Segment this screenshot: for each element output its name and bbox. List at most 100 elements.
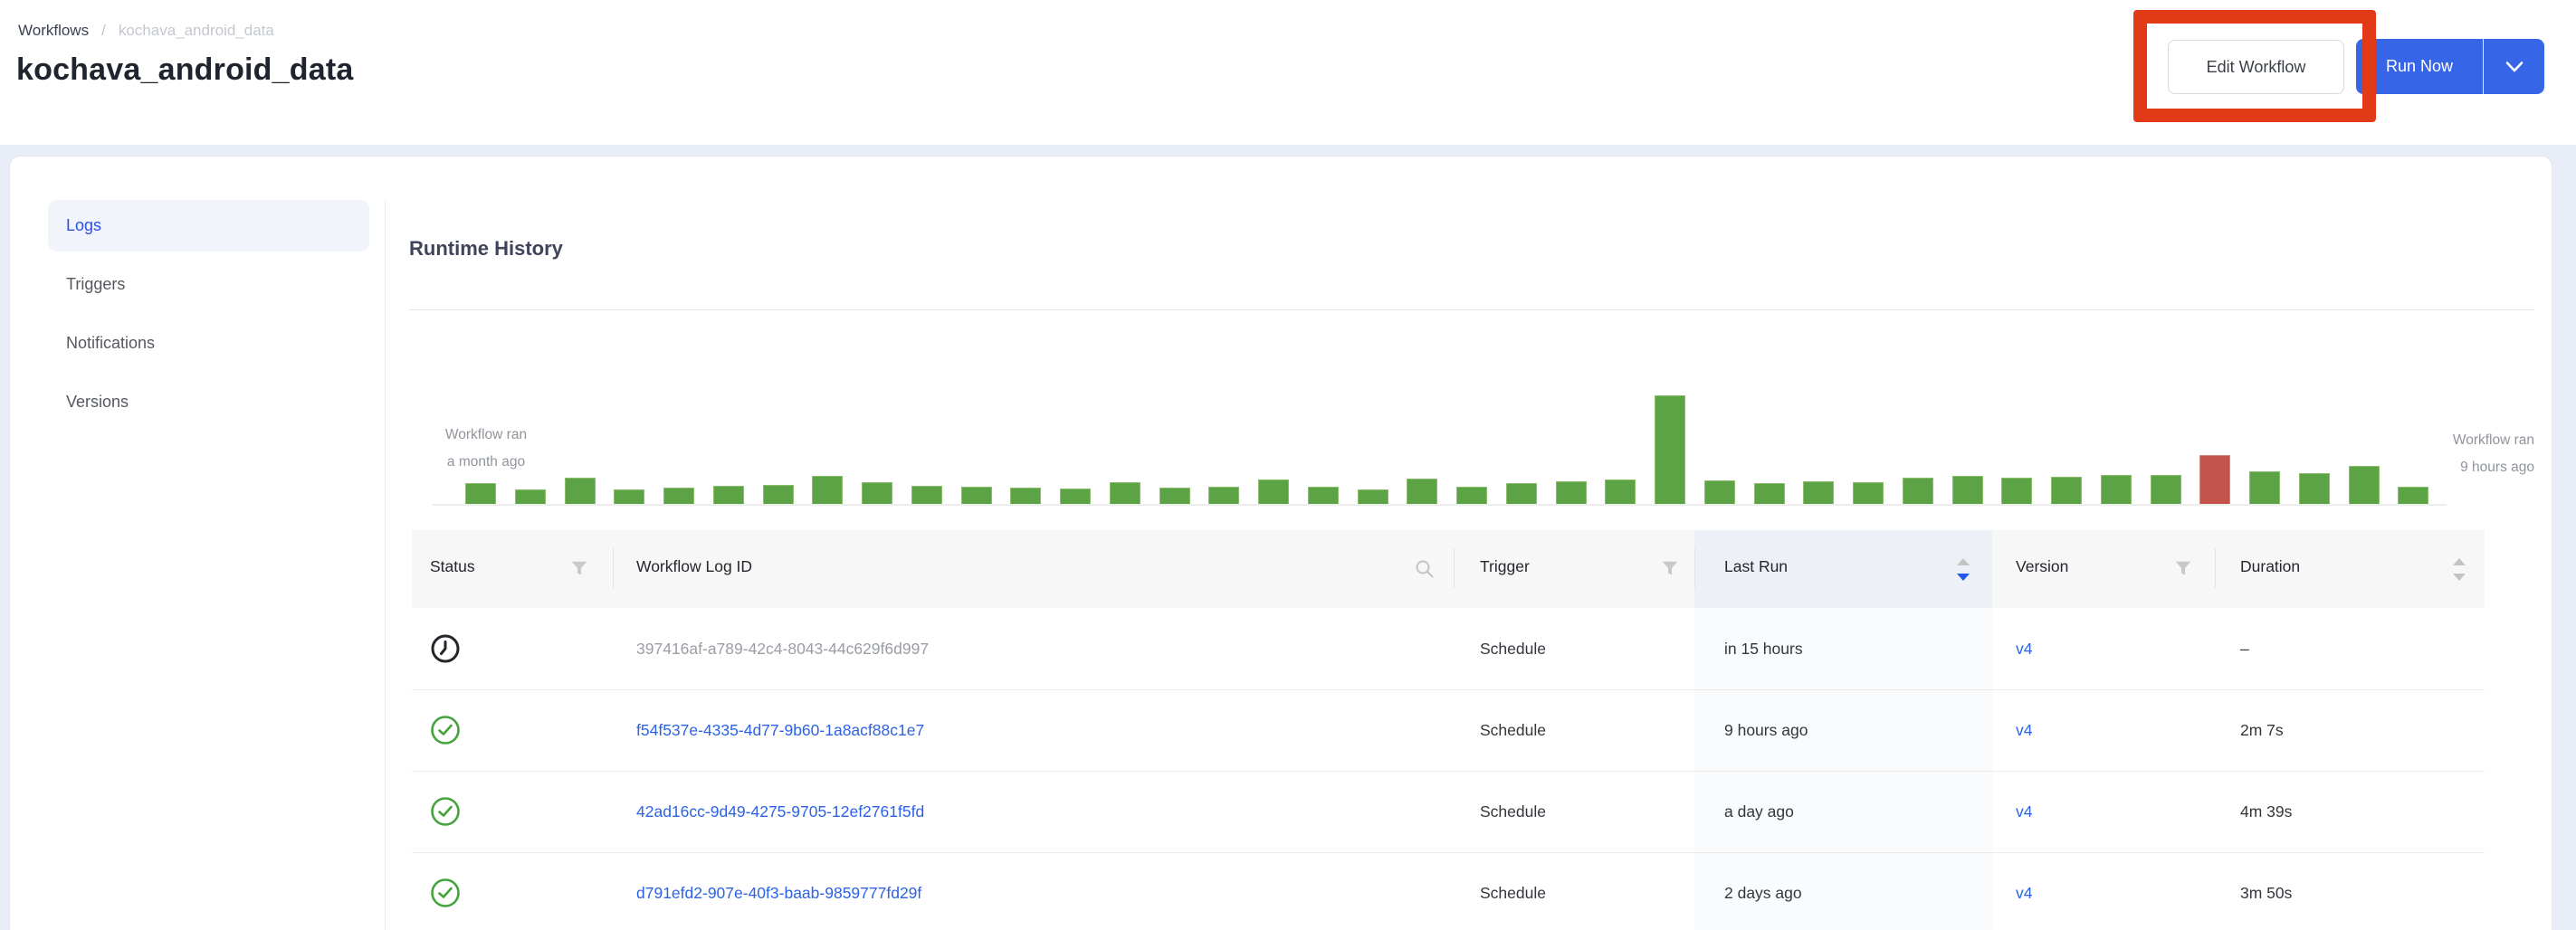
- sidebar-item-notifications[interactable]: Notifications: [48, 318, 369, 369]
- sidebar-divider: [385, 201, 386, 930]
- chart-bar-run: [961, 487, 992, 505]
- column-header-duration[interactable]: Duration: [2240, 557, 2300, 576]
- chart-bar-run: [1159, 488, 1190, 505]
- column-header-log-id[interactable]: Workflow Log ID: [636, 557, 752, 576]
- run-options-button[interactable]: [2484, 39, 2544, 94]
- chart-bar-run: [1110, 482, 1140, 505]
- chart-bar-run: [763, 485, 794, 505]
- duration-cell: –: [2240, 640, 2249, 659]
- breadcrumb-separator: /: [101, 22, 106, 39]
- section-heading: Runtime History: [409, 237, 563, 261]
- chart-bar-run: [1704, 480, 1735, 505]
- chart-bar-run: [565, 478, 596, 505]
- chart-bar-run: [1258, 479, 1289, 505]
- chart-bar-run: [465, 483, 496, 505]
- filter-icon[interactable]: [1662, 561, 1678, 576]
- chart-bar-run: [1506, 483, 1537, 505]
- chart-bar-run: [1407, 479, 1437, 505]
- trigger-cell: Schedule: [1480, 884, 1546, 903]
- chart-bar-run: [2249, 471, 2280, 505]
- last-run-cell: a day ago: [1724, 802, 1794, 821]
- last-run-cell: 2 days ago: [1724, 884, 1802, 903]
- chart-bar-run: [812, 476, 843, 505]
- breadcrumb-root[interactable]: Workflows: [18, 22, 89, 39]
- success-check-icon: [430, 796, 461, 831]
- column-header-status[interactable]: Status: [430, 557, 475, 576]
- sort-desc-icon[interactable]: [1957, 574, 1970, 581]
- run-now-button[interactable]: Run Now: [2356, 39, 2484, 94]
- last-run-cell: in 15 hours: [1724, 640, 1803, 659]
- chart-bar-run: [1060, 489, 1091, 505]
- duration-cell: 4m 39s: [2240, 802, 2292, 821]
- header-divider: [1694, 548, 1695, 588]
- search-icon[interactable]: [1414, 558, 1436, 580]
- chart-bar-run: [713, 486, 744, 505]
- column-header-version[interactable]: Version: [2016, 557, 2068, 576]
- log-id-cell[interactable]: 42ad16cc-9d49-4275-9705-12ef2761f5fd: [636, 802, 924, 821]
- version-link[interactable]: v4: [2016, 884, 2032, 903]
- version-link[interactable]: v4: [2016, 640, 2032, 659]
- log-id-cell: 397416af-a789-42c4-8043-44c629f6d997: [636, 640, 929, 659]
- sort-desc-icon[interactable]: [2453, 574, 2466, 581]
- log-id-cell[interactable]: f54f537e-4335-4d77-9b60-1a8acf88c1e7: [636, 721, 924, 740]
- chart-bar-failed-run: [2199, 455, 2230, 505]
- chart-bar-run: [1556, 481, 1587, 505]
- sidebar-item-versions[interactable]: Versions: [48, 376, 369, 428]
- filter-icon[interactable]: [571, 561, 587, 576]
- trigger-cell: Schedule: [1480, 802, 1546, 821]
- chart-bar-run: [862, 482, 892, 505]
- version-link[interactable]: v4: [2016, 721, 2032, 740]
- scheduled-clock-icon: [430, 633, 461, 669]
- header-divider: [1454, 548, 1455, 588]
- sort-asc-icon[interactable]: [2453, 558, 2466, 565]
- header-divider: [2215, 548, 2216, 588]
- column-header-trigger[interactable]: Trigger: [1480, 557, 1530, 576]
- runtime-history-chart: [465, 387, 2429, 505]
- chart-bar-run: [2151, 475, 2181, 505]
- chart-bar-run: [663, 488, 694, 505]
- sidebar-item-triggers[interactable]: Triggers: [48, 259, 369, 310]
- chart-bar-run: [2299, 473, 2330, 505]
- chart-bar-run: [1903, 478, 1933, 505]
- duration-cell: 2m 7s: [2240, 721, 2284, 740]
- column-header-last-run[interactable]: Last Run: [1724, 557, 1788, 576]
- workflow-detail-page: { "breadcrumb": { "root": "Workflows", "…: [0, 0, 2576, 930]
- chart-bar-run: [1952, 476, 1983, 505]
- log-id-cell[interactable]: d791efd2-907e-40f3-baab-9859777fd29f: [636, 884, 921, 903]
- chart-bar-run: [1456, 487, 1487, 505]
- sort-asc-icon[interactable]: [1957, 558, 1970, 565]
- row-divider: [412, 689, 2485, 690]
- last-run-cell: 9 hours ago: [1724, 721, 1808, 740]
- trigger-cell: Schedule: [1480, 640, 1546, 659]
- chart-bar-run: [515, 489, 546, 505]
- chart-bar-run: [2051, 477, 2082, 505]
- trigger-cell: Schedule: [1480, 721, 1546, 740]
- chart-bar-run: [614, 489, 644, 505]
- chart-bar-run: [1358, 489, 1388, 505]
- chart-bar-run: [1308, 487, 1339, 505]
- row-divider: [412, 852, 2485, 853]
- run-now-split-button: Run Now: [2356, 39, 2544, 94]
- chart-bar-run: [1605, 479, 1636, 505]
- filter-icon[interactable]: [2175, 561, 2191, 576]
- chart-bar-run: [1208, 487, 1239, 505]
- chart-bar-run: [1655, 395, 1685, 505]
- header-divider: [613, 548, 614, 588]
- page-title: kochava_android_data: [16, 52, 353, 88]
- success-check-icon: [430, 715, 461, 750]
- section-divider: [409, 309, 2534, 310]
- chart-bar-run: [2101, 475, 2132, 505]
- chevron-down-icon: [2504, 61, 2524, 73]
- breadcrumb: Workflows/kochava_android_data: [18, 22, 274, 40]
- chart-bar-run: [2398, 487, 2428, 505]
- chart-bar-run: [1754, 483, 1785, 505]
- chart-bar-run: [1010, 488, 1041, 505]
- sidebar-item-logs[interactable]: Logs: [48, 200, 369, 251]
- version-link[interactable]: v4: [2016, 802, 2032, 821]
- chart-bar-run: [911, 486, 942, 505]
- row-divider: [412, 771, 2485, 772]
- chart-bar-run: [2001, 478, 2032, 505]
- success-check-icon: [430, 878, 461, 913]
- chart-bar-run: [1803, 481, 1834, 505]
- edit-workflow-button[interactable]: Edit Workflow: [2168, 40, 2344, 94]
